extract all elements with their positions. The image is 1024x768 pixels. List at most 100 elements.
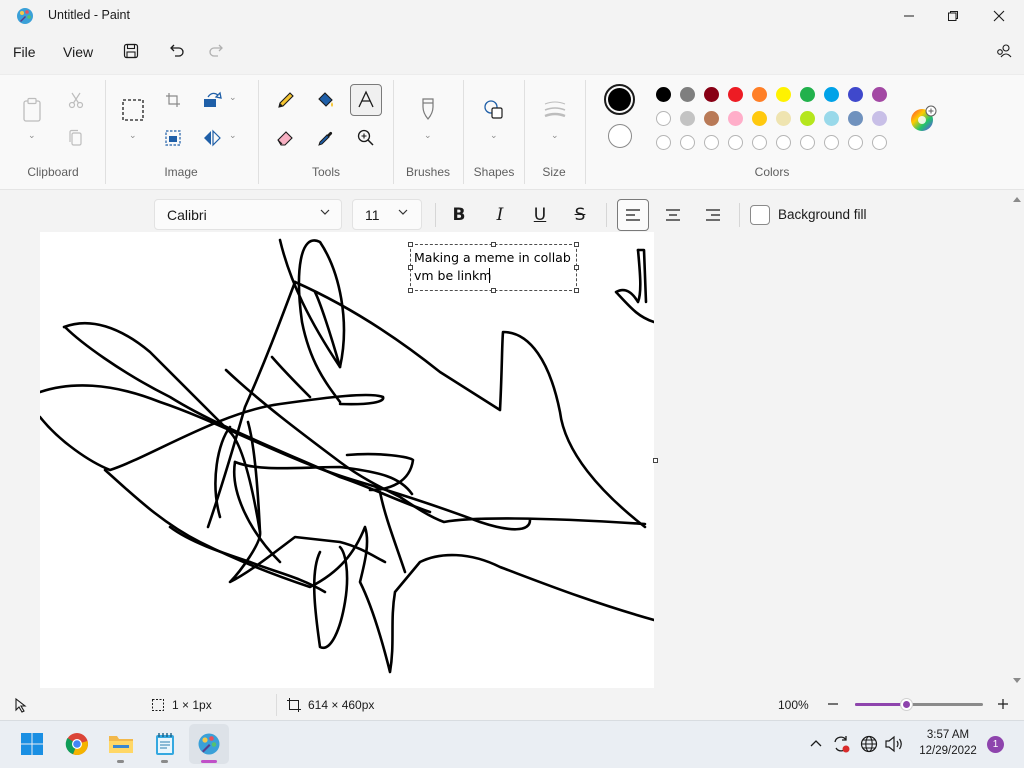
brush-icon[interactable] — [412, 94, 444, 126]
maximize-button[interactable] — [930, 0, 976, 32]
undo-icon[interactable] — [166, 40, 188, 62]
custom-color-slot[interactable] — [680, 135, 695, 150]
volume-icon[interactable] — [884, 735, 904, 753]
color-picker-icon[interactable] — [310, 122, 342, 154]
notepad-icon[interactable] — [151, 730, 179, 758]
brush-chevron-icon[interactable]: ⌄ — [424, 130, 432, 141]
palette-color-swatch[interactable] — [728, 87, 743, 102]
copy-icon[interactable] — [60, 122, 92, 154]
custom-color-slot[interactable] — [872, 135, 887, 150]
paint-icon[interactable] — [195, 730, 223, 758]
palette-color-swatch[interactable] — [872, 87, 887, 102]
palette-color-swatch[interactable] — [776, 111, 791, 126]
redo-icon[interactable] — [205, 40, 227, 62]
secondary-color-swatch[interactable] — [608, 124, 632, 148]
palette-color-swatch[interactable] — [680, 111, 695, 126]
custom-color-slot[interactable] — [656, 135, 671, 150]
notification-badge[interactable]: 1 — [987, 736, 1004, 753]
account-icon[interactable] — [993, 40, 1015, 62]
text-box-content[interactable]: Making a meme in collab vm be linkm — [414, 249, 584, 285]
palette-color-swatch[interactable] — [752, 87, 767, 102]
rotate-chevron-icon[interactable]: ⌄ — [229, 92, 237, 103]
magnifier-icon[interactable] — [350, 122, 382, 154]
italic-button[interactable]: I — [484, 199, 516, 231]
palette-color-swatch[interactable] — [680, 87, 695, 102]
palette-color-swatch[interactable] — [824, 87, 839, 102]
palette-color-swatch[interactable] — [752, 111, 767, 126]
size-chevron-icon[interactable]: ⌄ — [551, 130, 559, 141]
palette-color-swatch[interactable] — [704, 111, 719, 126]
custom-color-slot[interactable] — [752, 135, 767, 150]
stroke-size-icon[interactable] — [539, 94, 571, 126]
cut-icon[interactable] — [60, 84, 92, 116]
minimize-button[interactable] — [886, 0, 932, 32]
background-fill-checkbox[interactable] — [750, 205, 770, 225]
align-left-button[interactable] — [617, 199, 649, 231]
file-menu[interactable]: File — [13, 44, 36, 60]
resize-icon[interactable] — [157, 122, 189, 154]
primary-color-selector[interactable] — [604, 84, 635, 115]
zoom-out-button[interactable] — [827, 698, 839, 710]
custom-color-slot[interactable] — [704, 135, 719, 150]
resize-handle[interactable] — [491, 242, 496, 247]
pencil-icon[interactable] — [270, 84, 302, 116]
strikethrough-button[interactable]: S — [564, 199, 596, 231]
palette-color-swatch[interactable] — [704, 87, 719, 102]
canvas-resize-handle[interactable] — [653, 458, 658, 463]
chevron-up-icon[interactable] — [809, 737, 823, 749]
resize-handle[interactable] — [408, 288, 413, 293]
view-menu[interactable]: View — [63, 44, 93, 60]
rotate-icon[interactable] — [196, 84, 228, 116]
palette-color-swatch[interactable] — [728, 111, 743, 126]
fill-bucket-icon[interactable] — [310, 84, 342, 116]
resize-handle[interactable] — [574, 242, 579, 247]
font-size-dropdown[interactable]: 11 — [352, 199, 422, 230]
palette-color-swatch[interactable] — [800, 111, 815, 126]
start-icon[interactable] — [18, 730, 46, 758]
text-tool-icon[interactable] — [350, 84, 382, 116]
bold-button[interactable]: B — [443, 199, 475, 231]
edit-colors-icon[interactable] — [909, 105, 937, 133]
custom-color-slot[interactable] — [848, 135, 863, 150]
align-right-button[interactable] — [697, 199, 729, 231]
palette-color-swatch[interactable] — [872, 111, 887, 126]
zoom-in-button[interactable] — [997, 698, 1009, 710]
palette-color-swatch[interactable] — [824, 111, 839, 126]
palette-color-swatch[interactable] — [656, 87, 671, 102]
custom-color-slot[interactable] — [800, 135, 815, 150]
palette-color-swatch[interactable] — [848, 111, 863, 126]
select-chevron-icon[interactable]: ⌄ — [129, 130, 137, 141]
sync-icon[interactable] — [831, 734, 851, 754]
custom-color-slot[interactable] — [776, 135, 791, 150]
save-icon[interactable] — [120, 40, 142, 62]
eraser-icon[interactable] — [270, 122, 302, 154]
network-globe-icon[interactable] — [860, 735, 878, 753]
resize-handle[interactable] — [408, 242, 413, 247]
taskbar-date[interactable]: 12/29/2022 — [910, 745, 986, 757]
vertical-scrollbar[interactable] — [1010, 192, 1024, 688]
zoom-slider[interactable] — [855, 698, 983, 711]
paste-chevron-icon[interactable]: ⌄ — [28, 130, 36, 141]
taskbar-time[interactable]: 3:57 AM — [910, 729, 986, 741]
select-icon[interactable] — [117, 94, 149, 126]
custom-color-slot[interactable] — [824, 135, 839, 150]
underline-button[interactable]: U — [524, 199, 556, 231]
shapes-icon[interactable] — [478, 94, 510, 126]
resize-handle[interactable] — [491, 288, 496, 293]
resize-handle[interactable] — [408, 265, 413, 270]
custom-color-slot[interactable] — [728, 135, 743, 150]
crop-icon[interactable] — [157, 84, 189, 116]
palette-color-swatch[interactable] — [776, 87, 791, 102]
palette-color-swatch[interactable] — [656, 111, 671, 126]
palette-color-swatch[interactable] — [848, 87, 863, 102]
flip-icon[interactable] — [196, 122, 228, 154]
font-family-dropdown[interactable]: Calibri — [154, 199, 342, 230]
resize-handle[interactable] — [574, 288, 579, 293]
flip-chevron-icon[interactable]: ⌄ — [229, 130, 237, 141]
shapes-chevron-icon[interactable]: ⌄ — [490, 130, 498, 141]
chrome-icon[interactable] — [63, 730, 91, 758]
file-explorer-icon[interactable] — [107, 730, 135, 758]
paste-icon[interactable] — [16, 94, 48, 126]
align-center-button[interactable] — [657, 199, 689, 231]
close-button[interactable] — [976, 0, 1022, 32]
